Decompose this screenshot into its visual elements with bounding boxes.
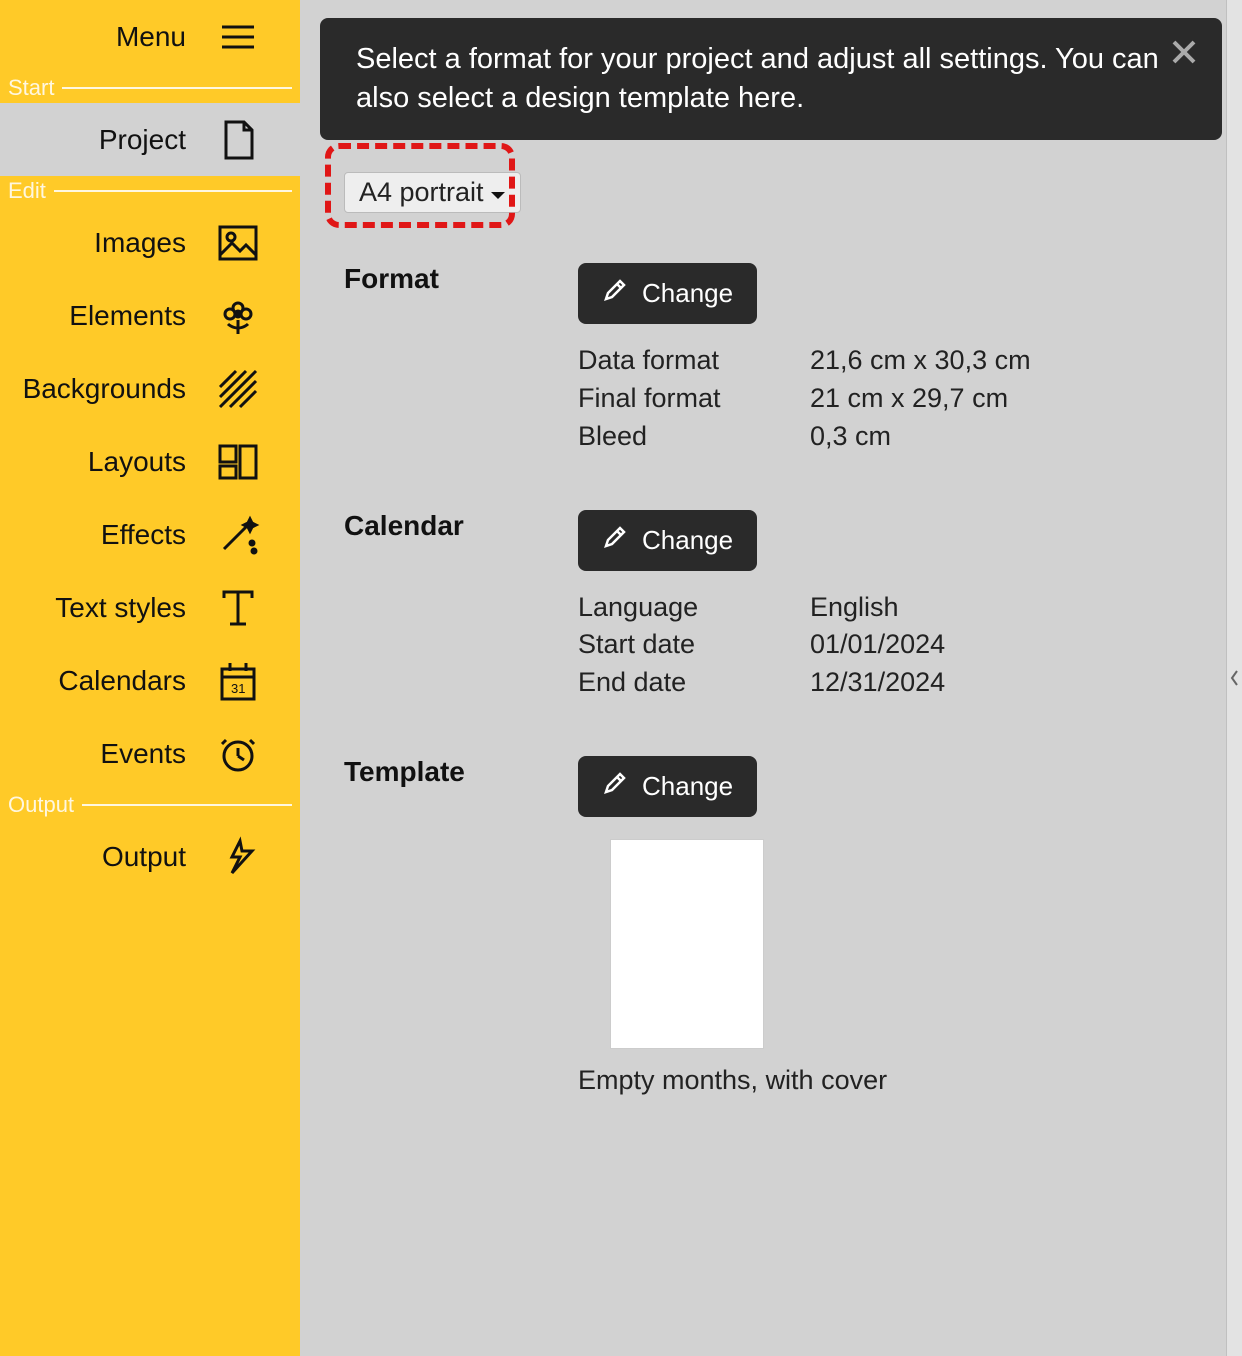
banner-text: Select a format for your project and adj… (356, 43, 1159, 114)
start-date-label: Start date (578, 626, 810, 664)
spark-icon (216, 835, 260, 879)
template-description: Empty months, with cover (578, 1065, 1202, 1096)
svg-text:31: 31 (231, 681, 245, 696)
chevron-down-icon (490, 177, 506, 208)
sidebar-item-effects[interactable]: Effects (0, 498, 300, 571)
data-format-value: 21,6 cm x 30,3 cm (810, 342, 1031, 380)
template-thumbnail[interactable] (610, 839, 764, 1049)
section-output: Output (0, 790, 300, 820)
change-calendar-button[interactable]: Change (578, 510, 757, 571)
section-label: Start (8, 75, 54, 101)
layout-icon (216, 440, 260, 484)
sidebar-item-label: Calendars (58, 665, 186, 697)
wand-icon (216, 513, 260, 557)
right-collapse-handle[interactable] (1226, 0, 1242, 1356)
sidebar-item-label: Backgrounds (23, 373, 186, 405)
sidebar-item-calendars[interactable]: Calendars 31 (0, 644, 300, 717)
clock-icon (216, 732, 260, 776)
sidebar-item-label: Images (94, 227, 186, 259)
calendar-title: Calendar (344, 510, 578, 702)
button-label: Change (642, 278, 733, 309)
end-date-value: 12/31/2024 (810, 664, 945, 702)
sidebar-item-project[interactable]: Project (0, 103, 300, 176)
format-dropdown[interactable]: A4 portrait (344, 172, 521, 213)
sidebar-item-label: Events (100, 738, 186, 770)
menu-button[interactable]: Menu (0, 0, 300, 73)
file-icon (216, 118, 260, 162)
pencil-icon (602, 770, 628, 803)
sidebar-item-output[interactable]: Output (0, 820, 300, 893)
pencil-icon (602, 524, 628, 557)
sidebar-item-label: Effects (101, 519, 186, 551)
sidebar-item-label: Output (102, 841, 186, 873)
language-label: Language (578, 589, 810, 627)
language-value: English (810, 589, 899, 627)
sidebar-item-text-styles[interactable]: Text styles (0, 571, 300, 644)
change-template-button[interactable]: Change (578, 756, 757, 817)
final-format-value: 21 cm x 29,7 cm (810, 380, 1008, 418)
data-format-label: Data format (578, 342, 810, 380)
final-format-label: Final format (578, 380, 810, 418)
template-title: Template (344, 756, 578, 1096)
main-content: Select a format for your project and adj… (300, 0, 1242, 1356)
text-icon (216, 586, 260, 630)
section-label: Edit (8, 178, 46, 204)
hatch-icon (216, 367, 260, 411)
info-banner: Select a format for your project and adj… (320, 18, 1222, 140)
pencil-icon (602, 277, 628, 310)
sidebar-item-backgrounds[interactable]: Backgrounds (0, 352, 300, 425)
hamburger-icon (216, 15, 260, 59)
start-date-value: 01/01/2024 (810, 626, 945, 664)
section-edit: Edit (0, 176, 300, 206)
sidebar: Menu Start Project Edit Images Eleme (0, 0, 300, 1356)
menu-label: Menu (116, 21, 186, 53)
calendar-icon: 31 (216, 659, 260, 703)
sidebar-item-events[interactable]: Events (0, 717, 300, 790)
section-label: Output (8, 792, 74, 818)
sidebar-item-label: Project (99, 124, 186, 156)
close-icon[interactable] (1170, 38, 1198, 66)
sidebar-item-layouts[interactable]: Layouts (0, 425, 300, 498)
image-icon (216, 221, 260, 265)
end-date-label: End date (578, 664, 810, 702)
sidebar-item-label: Elements (69, 300, 186, 332)
flower-icon (216, 294, 260, 338)
bleed-value: 0,3 cm (810, 418, 891, 456)
button-label: Change (642, 771, 733, 802)
sidebar-item-elements[interactable]: Elements (0, 279, 300, 352)
change-format-button[interactable]: Change (578, 263, 757, 324)
format-title: Format (344, 263, 578, 455)
sidebar-item-label: Text styles (55, 592, 186, 624)
section-start: Start (0, 73, 300, 103)
button-label: Change (642, 525, 733, 556)
bleed-label: Bleed (578, 418, 810, 456)
sidebar-item-images[interactable]: Images (0, 206, 300, 279)
sidebar-item-label: Layouts (88, 446, 186, 478)
dropdown-selected: A4 portrait (359, 177, 484, 208)
